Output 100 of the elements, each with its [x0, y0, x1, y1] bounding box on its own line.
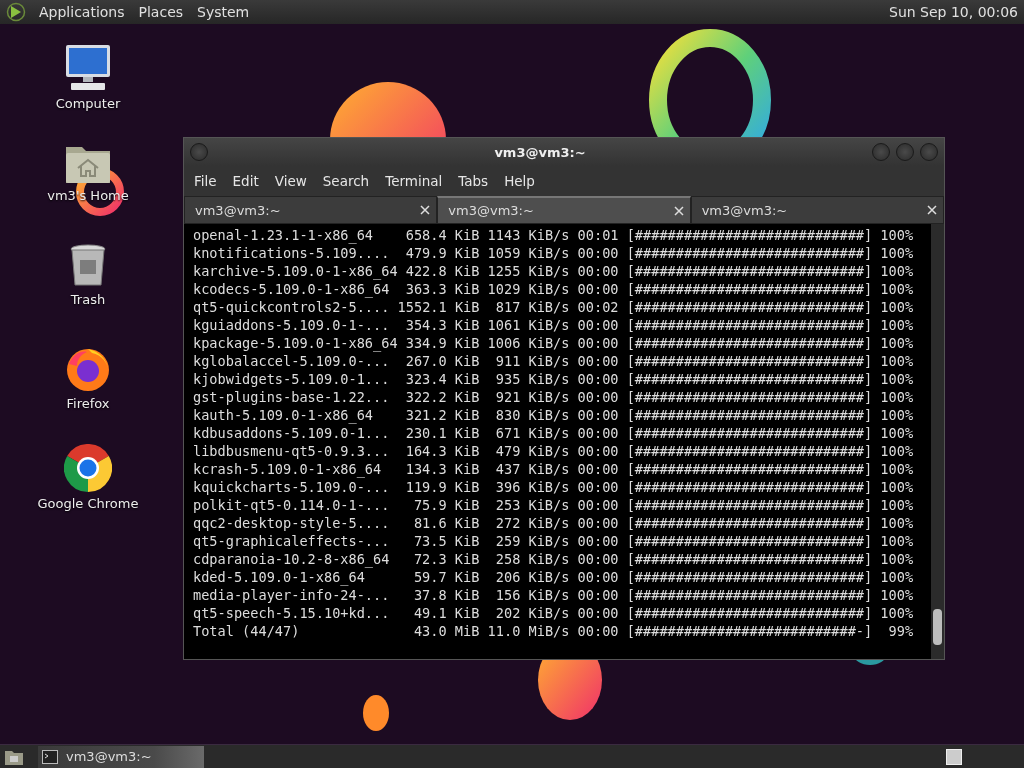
menu-item[interactable]: Search [314, 173, 378, 189]
download-size: 354.3 KiB [404, 316, 480, 334]
progress-text: [############################] [626, 568, 873, 586]
package-name: gst-plugins-base-1.22... [193, 388, 391, 406]
menu-item[interactable]: Terminal [377, 173, 451, 189]
download-speed: 1143 KiB/s [486, 226, 570, 244]
package-name: kquickcharts-5.109.0-... [193, 478, 391, 496]
home-folder-icon[interactable] [65, 144, 111, 184]
computer-icon[interactable] [63, 44, 113, 92]
download-size: 119.9 KiB [404, 478, 480, 496]
menu-item[interactable]: Edit [224, 173, 267, 189]
close-icon[interactable] [420, 205, 431, 215]
menu-logo-icon[interactable] [6, 2, 26, 22]
elapsed-time: 00:00 [577, 352, 619, 370]
download-speed: 202 KiB/s [494, 604, 570, 622]
desktop-icon-label[interactable]: Google Chrome [37, 496, 139, 511]
download-size: 43.0 MiB [412, 622, 480, 640]
download-size: 658.4 KiB [404, 226, 480, 244]
download-size: 267.0 KiB [404, 352, 480, 370]
progress-text: [############################] [626, 226, 873, 244]
download-speed: 671 KiB/s [494, 424, 570, 442]
download-speed: 830 KiB/s [494, 406, 570, 424]
desktop-icon-label[interactable]: Computer [55, 96, 121, 111]
elapsed-time: 00:00 [577, 388, 619, 406]
panel-menu[interactable]: Applications [32, 4, 132, 20]
trash-icon[interactable] [69, 244, 107, 288]
download-speed: 1006 KiB/s [486, 334, 570, 352]
close-icon[interactable] [673, 205, 684, 216]
progress-text: [############################] [626, 352, 873, 370]
download-speed: 258 KiB/s [494, 550, 570, 568]
elapsed-time: 00:00 [577, 424, 619, 442]
download-speed: 206 KiB/s [494, 568, 570, 586]
panel-menu[interactable]: Places [131, 4, 191, 20]
terminal-tab[interactable]: vm3@vm3:~ [690, 196, 944, 224]
download-size: 134.3 KiB [404, 460, 480, 478]
progress-text: [############################] [626, 316, 873, 334]
download-speed: 253 KiB/s [494, 496, 570, 514]
download-speed: 1061 KiB/s [486, 316, 570, 334]
progress-text: [############################] [626, 244, 873, 262]
download-size: 334.9 KiB [404, 334, 480, 352]
chrome-icon[interactable] [64, 444, 112, 492]
percent-complete: 100% [879, 568, 914, 586]
wallpaper-oval [363, 695, 389, 731]
percent-complete: 100% [879, 460, 914, 478]
elapsed-time: 00:00 [577, 370, 619, 388]
progress-text: [############################] [626, 388, 873, 406]
download-speed: 1059 KiB/s [486, 244, 570, 262]
package-name: knotifications-5.109.... [193, 244, 391, 262]
clock[interactable]: Sun Sep 10, 00:06 [889, 4, 1018, 20]
percent-complete: 100% [879, 298, 914, 316]
download-size: 75.9 KiB [412, 496, 480, 514]
menu-item[interactable]: Help [496, 173, 543, 189]
scrollbar[interactable] [931, 224, 944, 659]
menu-item[interactable]: File [186, 173, 225, 189]
panel-menu[interactable]: System [190, 4, 257, 20]
elapsed-time: 00:02 [577, 298, 619, 316]
percent-complete: 100% [879, 496, 914, 514]
desktop-icon-label[interactable]: Trash [70, 292, 106, 307]
download-size: 81.6 KiB [412, 514, 480, 532]
desktop-icon-label[interactable]: Firefox [66, 396, 110, 411]
menu-item[interactable]: View [266, 173, 315, 189]
workspace-switcher[interactable] [946, 748, 962, 765]
package-name: karchive-5.109.0-1-x86_64 [193, 262, 398, 280]
progress-text: [############################] [626, 532, 873, 550]
package-name: kded-5.109.0-1-x86_64 [193, 568, 366, 586]
percent-complete: 100% [879, 280, 914, 298]
package-name: openal-1.23.1-1-x86_64 [193, 226, 375, 244]
terminal-tab[interactable]: vm3@vm3:~ [184, 196, 438, 224]
elapsed-time: 00:00 [577, 514, 619, 532]
taskbar-button[interactable]: vm3@vm3:~ [38, 745, 204, 768]
terminal-tab[interactable]: vm3@vm3:~ [437, 196, 691, 224]
elapsed-time: 00:00 [577, 622, 619, 640]
elapsed-time: 00:00 [577, 604, 619, 622]
progress-text: [############################] [626, 280, 873, 298]
elapsed-time: 00:00 [577, 478, 619, 496]
close-icon[interactable] [927, 205, 937, 215]
percent-complete: 100% [879, 532, 914, 550]
download-size: 322.2 KiB [404, 388, 480, 406]
elapsed-time: 00:00 [577, 334, 619, 352]
percent-complete: 100% [879, 352, 914, 370]
download-size: 363.3 KiB [404, 280, 480, 298]
percent-complete: 100% [879, 262, 914, 280]
percent-complete: 100% [879, 316, 914, 334]
elapsed-time: 00:00 [577, 496, 619, 514]
download-speed: 935 KiB/s [494, 370, 570, 388]
package-name: kcrash-5.109.0-1-x86_64 [193, 460, 383, 478]
package-name: kcodecs-5.109.0-1-x86_64 [193, 280, 391, 298]
download-size: 422.8 KiB [404, 262, 480, 280]
download-size: 164.3 KiB [404, 442, 480, 460]
download-size: 321.2 KiB [404, 406, 480, 424]
package-name: kguiaddons-5.109.0-1-... [193, 316, 391, 334]
package-name: qt5-quickcontrols2-5.... [193, 298, 391, 316]
elapsed-time: 00:01 [577, 226, 619, 244]
download-speed: 911 KiB/s [494, 352, 570, 370]
download-size: 72.3 KiB [412, 550, 480, 568]
download-speed: 437 KiB/s [494, 460, 570, 478]
progress-text: [############################] [626, 262, 873, 280]
progress-text: [############################] [626, 460, 873, 478]
menu-item[interactable]: Tabs [450, 173, 497, 189]
percent-complete: 100% [879, 226, 914, 244]
